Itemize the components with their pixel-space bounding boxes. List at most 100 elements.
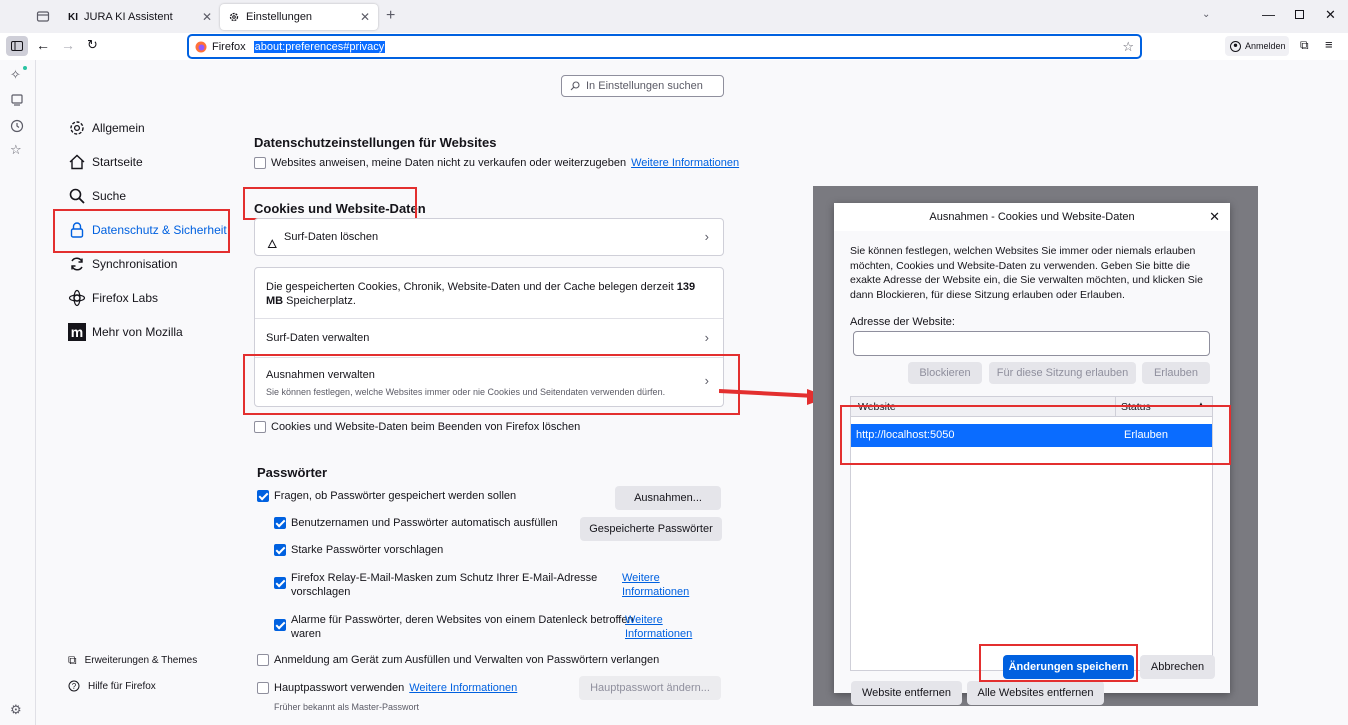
help-icon: ? bbox=[68, 680, 80, 692]
manage-data-button[interactable]: Surf-Daten verwalten › bbox=[255, 319, 723, 357]
tab-jura[interactable]: KI JURA KI Assistent ✕ bbox=[60, 4, 220, 30]
category-labs[interactable]: Firefox Labs bbox=[68, 287, 158, 309]
synced-tabs-icon[interactable] bbox=[10, 93, 26, 109]
customize-gear-icon[interactable]: ⚙ bbox=[10, 702, 26, 718]
sync-icon bbox=[68, 255, 86, 273]
breach-label: Alarme für Passwörter, deren Websites vo… bbox=[291, 613, 634, 641]
breach-row: Alarme für Passwörter, deren Websites vo… bbox=[274, 613, 634, 641]
jura-favicon-icon: KI bbox=[68, 11, 78, 23]
tab-bar: KI JURA KI Assistent ✕ Einstellungen ✕ +… bbox=[0, 0, 1348, 33]
cancel-button[interactable]: Abbrechen bbox=[1140, 655, 1215, 679]
delete-on-close-row: Cookies und Website-Daten beim Beenden v… bbox=[254, 421, 580, 433]
gear-icon bbox=[68, 119, 86, 137]
relay-label-line2: vorschlagen bbox=[291, 586, 351, 598]
footer-extensions-link[interactable]: ⧉ Erweiterungen & Themes bbox=[68, 653, 197, 668]
remove-all-sites-button[interactable]: Alle Websites entfernen bbox=[967, 681, 1104, 705]
extensions-icon[interactable]: ⧉ bbox=[1300, 38, 1309, 53]
search-placeholder: In Einstellungen suchen bbox=[586, 80, 703, 92]
forward-icon[interactable]: → bbox=[61, 37, 75, 53]
address-label: Adresse der Website: bbox=[850, 316, 955, 328]
category-label: Allgemein bbox=[92, 121, 145, 135]
labs-icon bbox=[68, 289, 86, 307]
allow-button[interactable]: Erlauben bbox=[1142, 362, 1210, 384]
dialog-title-bar: Ausnahmen - Cookies und Website-Daten ✕ bbox=[834, 203, 1230, 231]
account-button[interactable]: Anmelden bbox=[1225, 36, 1289, 56]
reload-icon[interactable]: ↻ bbox=[87, 37, 98, 53]
chevron-down-icon[interactable]: ⌄ bbox=[1202, 9, 1210, 20]
tab-label: JURA KI Assistent bbox=[84, 11, 173, 23]
category-home[interactable]: Startseite bbox=[68, 151, 143, 173]
category-label: Mehr von Mozilla bbox=[92, 325, 183, 339]
primary-password-row: Hauptpasswort verwenden Weitere Informat… bbox=[257, 682, 517, 694]
url-bar[interactable]: Firefox about:preferences#privacy ☆ bbox=[188, 35, 1141, 58]
device-auth-row: Anmeldung am Gerät zum Ausfüllen und Ver… bbox=[257, 654, 659, 666]
allow-session-button[interactable]: Für diese Sitzung erlauben bbox=[989, 362, 1136, 384]
browser-sidebar: ✧ ☆ ⚙ bbox=[0, 60, 36, 725]
bookmark-star-icon[interactable]: ☆ bbox=[1122, 39, 1134, 55]
breach-label-line2: waren bbox=[291, 628, 321, 640]
privacy-heading: Datenschutzeinstellungen für Websites bbox=[254, 135, 497, 150]
category-search[interactable]: Suche bbox=[68, 185, 126, 207]
manage-data-label: Surf-Daten verwalten bbox=[266, 332, 370, 344]
category-mozilla[interactable]: m Mehr von Mozilla bbox=[68, 321, 183, 343]
close-icon[interactable]: ✕ bbox=[1209, 209, 1220, 225]
link-line1: Weitere bbox=[625, 614, 663, 626]
dns-learn-more-link[interactable]: Weitere Informationen bbox=[631, 157, 739, 169]
dialog-title: Ausnahmen - Cookies und Website-Daten bbox=[929, 211, 1135, 223]
breach-checkbox[interactable] bbox=[274, 619, 286, 631]
password-exceptions-button[interactable]: Ausnahmen... bbox=[615, 486, 721, 510]
close-icon[interactable]: ✕ bbox=[358, 10, 372, 24]
annotation-highlight bbox=[53, 209, 230, 253]
breach-learn-more-link[interactable]: Weitere Informationen bbox=[625, 613, 692, 641]
clear-data-button[interactable]: 🜂 Surf-Daten löschen › bbox=[254, 218, 724, 256]
bookmarks-star-icon[interactable]: ☆ bbox=[10, 142, 26, 158]
primary-password-checkbox[interactable] bbox=[257, 682, 269, 694]
url-text[interactable]: about:preferences#privacy bbox=[253, 40, 386, 53]
category-label: Firefox Labs bbox=[92, 291, 159, 305]
search-input[interactable]: In Einstellungen suchen bbox=[561, 75, 724, 97]
autofill-checkbox[interactable] bbox=[274, 517, 286, 529]
saved-passwords-button[interactable]: Gespeicherte Passwörter bbox=[580, 517, 722, 541]
window-close-icon[interactable]: ✕ bbox=[1325, 7, 1336, 23]
primary-learn-more-link[interactable]: Weitere Informationen bbox=[409, 682, 517, 694]
sidebar-toggle-icon[interactable] bbox=[6, 36, 28, 56]
firefox-logo-icon bbox=[195, 41, 207, 53]
footer-help-link[interactable]: ? Hilfe für Firefox bbox=[68, 680, 156, 692]
menu-icon[interactable]: ≡ bbox=[1325, 37, 1333, 52]
mozilla-icon: m bbox=[68, 323, 86, 341]
relay-checkbox[interactable] bbox=[274, 577, 286, 589]
device-auth-checkbox[interactable] bbox=[257, 654, 269, 666]
suggest-label: Starke Passwörter vorschlagen bbox=[291, 544, 444, 556]
dialog-description: Sie können festlegen, welchen Websites S… bbox=[850, 245, 1203, 301]
preferences-page: In Einstellungen suchen Allgemein Starts… bbox=[36, 60, 1348, 725]
primary-note: Früher bekannt als Master-Passwort bbox=[274, 702, 420, 712]
tab-overview-icon[interactable] bbox=[36, 9, 50, 23]
delete-on-close-checkbox[interactable] bbox=[254, 421, 266, 433]
tab-label: Einstellungen bbox=[246, 11, 313, 23]
svg-text:?: ? bbox=[72, 682, 77, 691]
chevron-right-icon: › bbox=[704, 229, 709, 244]
category-label: Suche bbox=[92, 189, 127, 203]
dns-checkbox[interactable] bbox=[254, 157, 266, 169]
category-general[interactable]: Allgemein bbox=[68, 117, 145, 139]
history-icon[interactable] bbox=[10, 119, 26, 135]
tab-settings[interactable]: Einstellungen ✕ bbox=[220, 4, 378, 30]
minimize-icon[interactable]: — bbox=[1262, 7, 1275, 22]
relay-label-line1: Firefox Relay-E-Mail-Masken zum Schutz I… bbox=[291, 572, 598, 584]
close-icon[interactable]: ✕ bbox=[200, 10, 214, 24]
maximize-icon[interactable] bbox=[1295, 10, 1304, 19]
search-icon bbox=[570, 81, 580, 91]
new-tab-icon[interactable]: + bbox=[386, 7, 395, 25]
change-primary-password-button[interactable]: Hauptpasswort ändern... bbox=[579, 676, 721, 700]
suggest-checkbox[interactable] bbox=[274, 544, 286, 556]
ask-save-label: Fragen, ob Passwörter gespeichert werden… bbox=[274, 490, 517, 502]
remove-site-button[interactable]: Website entfernen bbox=[851, 681, 962, 705]
ask-save-checkbox[interactable] bbox=[257, 490, 269, 502]
back-icon[interactable]: ← bbox=[36, 37, 50, 53]
annotation-highlight bbox=[243, 354, 740, 415]
home-icon bbox=[68, 153, 86, 171]
category-sync[interactable]: Synchronisation bbox=[68, 253, 177, 275]
address-input[interactable] bbox=[853, 331, 1210, 356]
block-button[interactable]: Blockieren bbox=[908, 362, 982, 384]
relay-learn-more-link[interactable]: Weitere Informationen bbox=[622, 571, 689, 599]
